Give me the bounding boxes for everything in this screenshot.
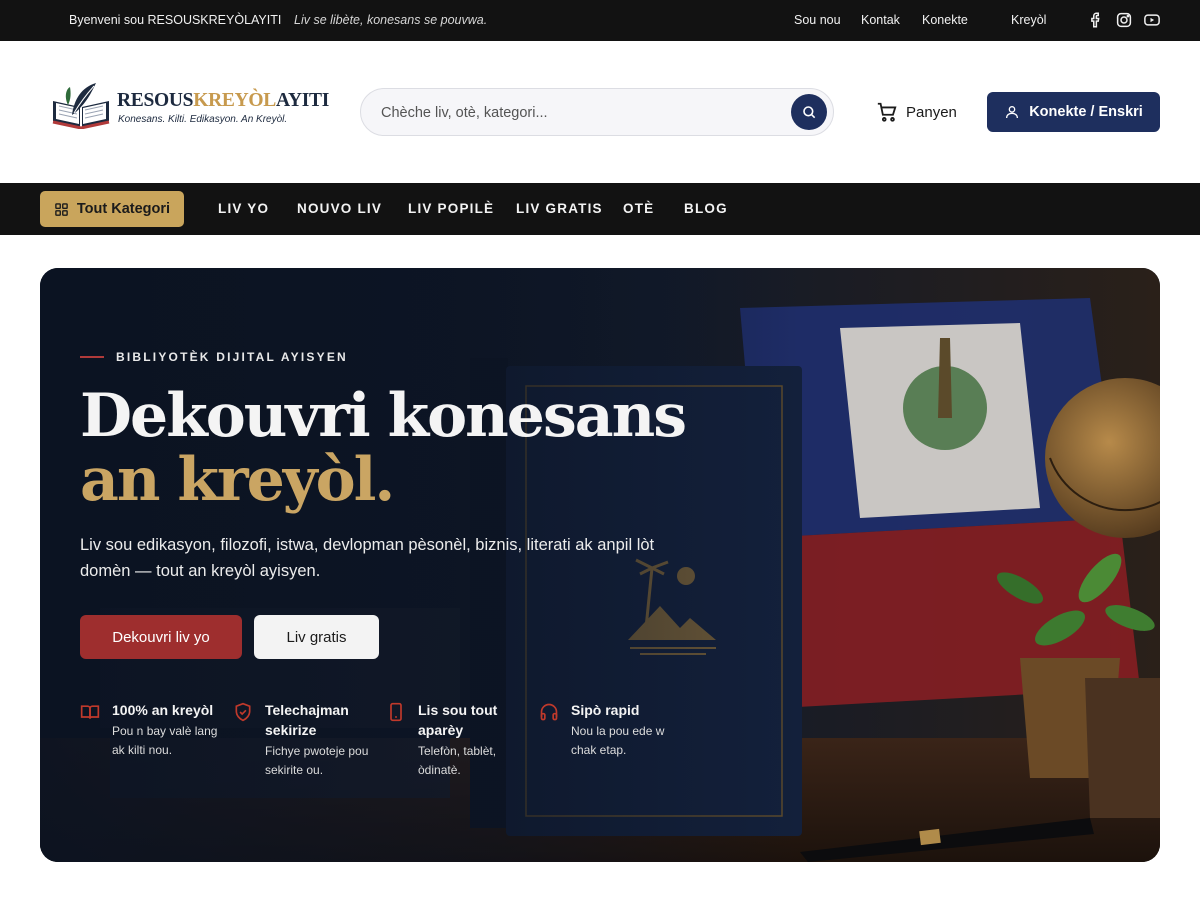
nav-link-blog[interactable]: BLOG — [684, 201, 728, 216]
logo-word-kreyol: KREYÒL — [193, 90, 276, 111]
tagline-text: Liv se libète, konesans se pouvwa. — [294, 13, 488, 27]
free-books-button[interactable]: Liv gratis — [254, 615, 379, 659]
logo-word-ayiti: AYITI — [275, 90, 330, 111]
book-quill-logo-icon — [52, 83, 110, 129]
open-book-icon — [80, 705, 100, 719]
youtube-icon[interactable] — [1143, 11, 1161, 29]
feature-title: Sipò rapid — [571, 702, 640, 718]
main-nav: Tout Kategori LIV YO NOUVO LIV LIV POPIL… — [0, 183, 1200, 235]
feature-title: Lis sou tout aparèy — [418, 702, 498, 738]
user-icon — [1006, 106, 1019, 119]
hero-title-line2: an kreyòl. — [80, 445, 395, 515]
all-categories-button[interactable]: Tout Kategori — [40, 191, 184, 227]
facebook-icon[interactable] — [1087, 11, 1105, 29]
grid-icon — [55, 202, 68, 216]
cart-button[interactable]: Panyen — [876, 100, 957, 124]
feature-description: Fichye pwoteje pou sekirite ou. — [265, 744, 369, 777]
logo-motto: Konesans. Kilti. Edikasyon. An Kreyòl. — [118, 114, 288, 125]
feature-description: Nou la pou ede w chak etap. — [571, 724, 665, 757]
site-logo[interactable]: RESOUSKREYÒLAYITI Konesans. Kilti. Edika… — [50, 81, 329, 131]
nav-link-authors[interactable]: OTÈ — [623, 201, 654, 216]
all-categories-label: Tout Kategori — [76, 201, 171, 217]
phone-icon — [390, 702, 402, 722]
language-selector[interactable]: Kreyòl — [1011, 13, 1046, 27]
feature-description: Telefòn, tablèt, òdinatè. — [418, 744, 497, 777]
feature-description: Pou n bay valè lang ak kilti nou. — [112, 724, 218, 757]
nav-link-new-books[interactable]: NOUVO LIV — [297, 201, 382, 216]
discover-books-button[interactable]: Dekouvri liv yo — [80, 615, 242, 659]
instagram-icon[interactable] — [1115, 11, 1133, 29]
hero-eyebrow: BIBLIYOTÈK DIJITAL AYISYEN — [80, 350, 348, 364]
top-bar: Byenveni sou RESOUSKREYÒLAYITI Liv se li… — [0, 0, 1200, 41]
shield-check-icon — [235, 702, 251, 722]
search-icon — [803, 106, 816, 119]
login-register-button[interactable]: Konekte / Enskri — [987, 92, 1160, 132]
feature-title: 100% an kreyòl — [112, 702, 214, 718]
hero-eyebrow-text: BIBLIYOTÈK DIJITAL AYISYEN — [116, 350, 348, 364]
login-register-label: Konekte / Enskri — [1029, 104, 1143, 120]
search-input[interactable] — [381, 102, 781, 124]
site-header: RESOUSKREYÒLAYITI Konesans. Kilti. Edika… — [0, 41, 1200, 183]
hero-title-line1: Dekouvri konesans — [80, 381, 687, 451]
hero-banner: BIBLIYOTÈK DIJITAL AYISYEN Dekouvri kone… — [40, 268, 1160, 862]
nav-link-popular-books[interactable]: LIV POPILÈ — [408, 201, 494, 216]
feature-title: Telechajman sekirize — [265, 702, 349, 738]
search-button[interactable] — [791, 94, 827, 130]
nav-link-books[interactable]: LIV YO — [218, 201, 269, 216]
about-link[interactable]: Sou nou — [794, 13, 841, 27]
cart-icon — [877, 102, 897, 122]
cart-label: Panyen — [906, 103, 957, 121]
hero-description: Liv sou edikasyon, filozofi, istwa, devl… — [80, 536, 655, 580]
login-link[interactable]: Konekte — [922, 13, 968, 27]
headphones-icon — [540, 703, 558, 721]
contact-link[interactable]: Kontak — [861, 13, 900, 27]
eyebrow-line — [80, 356, 104, 358]
nav-link-free-books[interactable]: LIV GRATIS — [516, 201, 603, 216]
search-bar — [360, 88, 834, 136]
logo-word-resous: RESOUS — [117, 90, 194, 111]
welcome-text: Byenveni sou RESOUSKREYÒLAYITI — [69, 13, 282, 27]
